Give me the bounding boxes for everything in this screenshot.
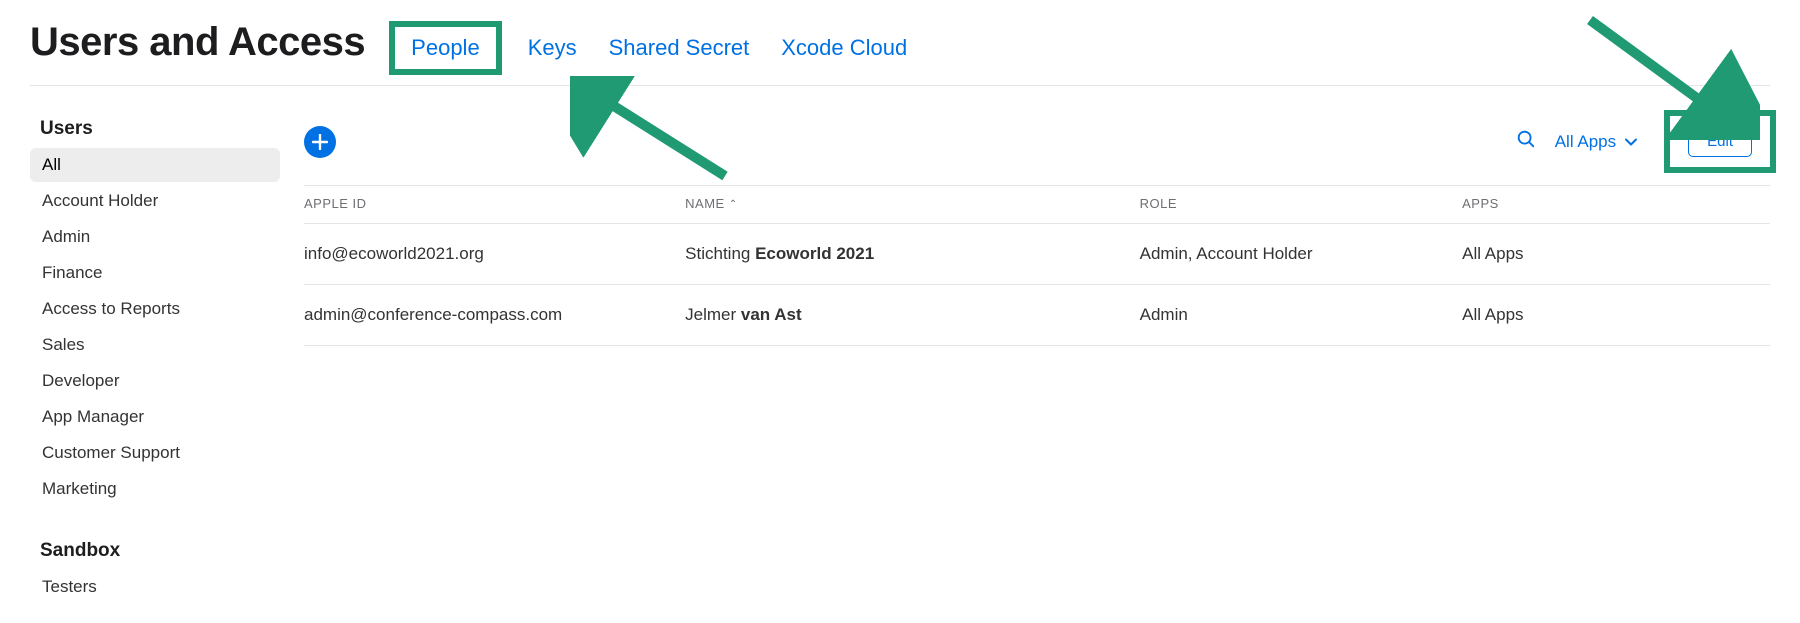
col-header-apps[interactable]: APPS bbox=[1462, 186, 1770, 224]
tab-bar: People Keys Shared Secret Xcode Cloud bbox=[393, 29, 909, 67]
cell-apps: All Apps bbox=[1462, 224, 1770, 285]
sort-ascending-icon: ⌃ bbox=[729, 199, 738, 210]
main-content: All Apps Edit APPLE ID NAME ⌃ ROLE APPS bbox=[304, 118, 1770, 346]
sidebar-item-sales[interactable]: Sales bbox=[30, 328, 280, 362]
col-header-name[interactable]: NAME ⌃ bbox=[685, 186, 1139, 224]
sidebar-heading-users: Users bbox=[30, 118, 280, 140]
sidebar-heading-sandbox: Sandbox bbox=[30, 540, 280, 562]
table-row[interactable]: info@ecoworld2021.org Stichting Ecoworld… bbox=[304, 224, 1770, 285]
edit-button[interactable]: Edit bbox=[1688, 126, 1752, 157]
sidebar: Users All Account Holder Admin Finance A… bbox=[30, 118, 280, 606]
cell-role: Admin, Account Holder bbox=[1140, 224, 1463, 285]
search-icon[interactable] bbox=[1515, 128, 1537, 155]
cell-name: Jelmer van Ast bbox=[685, 285, 1139, 346]
cell-apple-id: info@ecoworld2021.org bbox=[304, 224, 685, 285]
cell-role: Admin bbox=[1140, 285, 1463, 346]
col-header-apple-id[interactable]: APPLE ID bbox=[304, 186, 685, 224]
tab-keys[interactable]: Keys bbox=[526, 31, 579, 65]
sidebar-item-testers[interactable]: Testers bbox=[30, 570, 280, 604]
cell-apps: All Apps bbox=[1462, 285, 1770, 346]
annotation-highlight-people: People bbox=[389, 21, 502, 75]
sidebar-item-app-manager[interactable]: App Manager bbox=[30, 400, 280, 434]
apps-filter-label: All Apps bbox=[1555, 132, 1616, 152]
annotation-highlight-edit: Edit bbox=[1664, 110, 1776, 173]
col-header-name-label: NAME bbox=[685, 196, 725, 211]
sidebar-item-customer-support[interactable]: Customer Support bbox=[30, 436, 280, 470]
sidebar-item-developer[interactable]: Developer bbox=[30, 364, 280, 398]
tab-shared-secret[interactable]: Shared Secret bbox=[607, 31, 752, 65]
apps-filter-dropdown[interactable]: All Apps bbox=[1555, 132, 1638, 152]
page-title: Users and Access bbox=[30, 20, 365, 65]
sidebar-item-all[interactable]: All bbox=[30, 148, 280, 182]
cell-name: Stichting Ecoworld 2021 bbox=[685, 224, 1139, 285]
sidebar-item-finance[interactable]: Finance bbox=[30, 256, 280, 290]
add-user-button[interactable] bbox=[304, 126, 336, 158]
sidebar-item-marketing[interactable]: Marketing bbox=[30, 472, 280, 506]
table-row[interactable]: admin@conference-compass.com Jelmer van … bbox=[304, 285, 1770, 346]
cell-apple-id: admin@conference-compass.com bbox=[304, 285, 685, 346]
sidebar-item-account-holder[interactable]: Account Holder bbox=[30, 184, 280, 218]
sidebar-item-admin[interactable]: Admin bbox=[30, 220, 280, 254]
col-header-role[interactable]: ROLE bbox=[1140, 186, 1463, 224]
tab-xcode-cloud[interactable]: Xcode Cloud bbox=[779, 31, 909, 65]
chevron-down-icon bbox=[1624, 135, 1638, 149]
tab-people[interactable]: People bbox=[409, 31, 482, 65]
plus-icon bbox=[312, 134, 328, 150]
sidebar-item-access-to-reports[interactable]: Access to Reports bbox=[30, 292, 280, 326]
users-table: APPLE ID NAME ⌃ ROLE APPS info@ecoworld20… bbox=[304, 185, 1770, 346]
